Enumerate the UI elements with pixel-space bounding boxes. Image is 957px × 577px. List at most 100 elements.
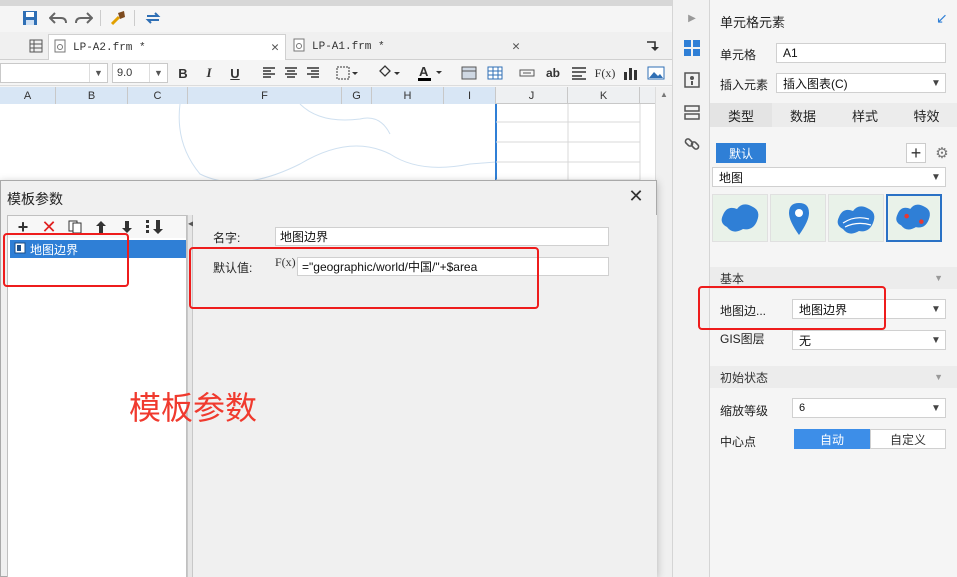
chart-type-select[interactable]: 地图 ▼ (712, 167, 946, 187)
map-thumb-region[interactable] (712, 194, 768, 242)
tab-effects[interactable]: 特效 (896, 103, 957, 127)
image-icon[interactable] (646, 64, 666, 82)
font-size-select[interactable]: 9.0 ▼ (112, 63, 168, 83)
chart-type-value: 地图 (719, 170, 744, 185)
font-family-select[interactable]: ▼ (0, 63, 108, 83)
save-icon[interactable] (20, 8, 40, 28)
insert-element-select[interactable]: 插入图表(C) ▼ (776, 73, 946, 93)
map-thumb-flow[interactable] (828, 194, 884, 242)
align-right-icon[interactable] (304, 64, 322, 82)
column-header-j[interactable]: J (496, 87, 568, 104)
zoom-level-label: 缩放等级 (720, 404, 769, 418)
document-icon (53, 39, 67, 57)
dialog-title: 模板参数 (7, 191, 63, 207)
toolbar-separator (100, 10, 101, 26)
table-icon[interactable] (486, 64, 504, 82)
column-header-a[interactable]: A (0, 87, 56, 104)
link-icon[interactable] (682, 134, 702, 154)
refresh-icon[interactable] (142, 8, 164, 28)
chevron-down-icon: ▼ (89, 64, 107, 82)
sort-icon[interactable] (144, 218, 166, 236)
column-header-h[interactable]: H (372, 87, 444, 104)
chevron-down-icon: ▼ (149, 64, 167, 82)
text-insert-button[interactable]: ab (542, 64, 564, 82)
scroll-up-icon[interactable]: ▲ (660, 90, 668, 99)
chevron-down-icon: ▼ (931, 402, 941, 414)
toolbar-separator (134, 10, 135, 26)
vertical-scrollbar[interactable]: ▲ (655, 87, 672, 577)
map-thumb-point[interactable] (770, 194, 826, 242)
font-color-icon[interactable]: A (414, 63, 444, 83)
tab-label: LP-A1.frm * (312, 41, 385, 53)
cell-element-icon[interactable] (682, 38, 702, 58)
cell-field[interactable]: A1 (776, 43, 946, 63)
bar-chart-icon[interactable] (622, 64, 640, 82)
name-label: 名字: (213, 231, 241, 245)
gear-icon[interactable]: ⚙ (932, 143, 952, 163)
center-auto-toggle[interactable]: 自动 (794, 429, 870, 449)
column-header-g[interactable]: G (342, 87, 372, 104)
redo-icon[interactable] (74, 8, 94, 28)
grid-layout-icon[interactable] (26, 36, 46, 56)
widget-icon[interactable] (682, 102, 702, 122)
chevron-down-icon: ▼ (931, 77, 941, 89)
bold-button[interactable]: B (174, 64, 192, 82)
add-icon[interactable]: + (906, 143, 926, 163)
column-header-c[interactable]: C (128, 87, 188, 104)
tab-type[interactable]: 类型 (710, 103, 772, 127)
undo-icon[interactable] (48, 8, 68, 28)
textbox-icon[interactable] (518, 64, 536, 82)
zoom-level-select[interactable]: 6 ▼ (792, 398, 946, 418)
column-header-k[interactable]: K (568, 87, 640, 104)
section-initial-state[interactable]: 初始状态 ▼ (710, 366, 957, 388)
chevron-right-icon[interactable]: ▶ (682, 8, 702, 28)
collapse-icon: ▼ (934, 372, 943, 382)
collapse-icon: ▼ (934, 273, 943, 283)
column-header: A B C F G H I J K (0, 87, 655, 104)
column-header-f[interactable]: F (188, 87, 342, 104)
annotation-box-default (189, 247, 539, 309)
gis-layer-value: 无 (799, 333, 812, 348)
font-size-value: 9.0 (117, 67, 133, 79)
tab-data[interactable]: 数据 (772, 103, 834, 127)
align-center-icon[interactable] (282, 64, 300, 82)
default-style-button[interactable]: 默认 (716, 143, 766, 163)
column-header-i[interactable]: I (444, 87, 496, 104)
section-initial-label: 初始状态 (720, 370, 769, 385)
underline-button[interactable]: U (226, 64, 244, 82)
close-icon[interactable]: ✕ (625, 185, 647, 207)
gis-layer-label: GIS图层 (720, 332, 765, 346)
gis-layer-select[interactable]: 无 ▼ (792, 330, 946, 350)
map-thumb-heat[interactable] (886, 194, 942, 242)
cell-label: 单元格 (720, 48, 757, 62)
formula-button[interactable]: F(x) (594, 64, 616, 82)
column-header-b[interactable]: B (56, 87, 128, 104)
chevron-down-icon: ▼ (931, 171, 941, 183)
annotation-box-boundary (698, 286, 886, 330)
insert-element-value: 插入图表(C) (783, 76, 848, 91)
zoom-level-value: 6 (799, 402, 806, 414)
expand-arrow-icon[interactable]: ↙ (936, 10, 948, 27)
align-left-icon[interactable] (260, 64, 278, 82)
close-icon[interactable]: ✕ (271, 40, 279, 55)
format-painter-icon[interactable] (108, 8, 128, 28)
italic-button[interactable]: I (200, 64, 218, 82)
tab-menu-icon[interactable] (642, 36, 662, 56)
section-basic-label: 基本 (720, 271, 745, 286)
tab-style[interactable]: 样式 (834, 103, 896, 127)
border-icon[interactable] (334, 64, 360, 82)
cell-attribute-icon[interactable] (682, 70, 702, 90)
rich-text-icon[interactable] (570, 64, 588, 82)
tab-lp-a2[interactable]: LP-A2.frm * ✕ (48, 34, 286, 60)
center-custom-toggle[interactable]: 自定义 (870, 429, 946, 449)
fill-color-icon[interactable] (374, 64, 402, 82)
center-point-label: 中心点 (720, 435, 757, 449)
tab-lp-a1[interactable]: LP-A1.frm * ✕ (288, 34, 526, 60)
merge-cells-icon[interactable] (460, 64, 478, 82)
property-panel: 单元格元素 ↙ 单元格 A1 插入元素 插入图表(C) ▼ 类型 数据 样式 特… (698, 0, 957, 577)
tab-bar: LP-A2.frm * ✕ LP-A1.frm * ✕ (0, 32, 672, 60)
name-field[interactable]: 地图边界 (275, 227, 609, 246)
quick-toolbar (0, 0, 672, 32)
format-toolbar: ▼ 9.0 ▼ B I U A ab F(x) (0, 60, 672, 86)
close-icon[interactable]: ✕ (512, 39, 520, 54)
